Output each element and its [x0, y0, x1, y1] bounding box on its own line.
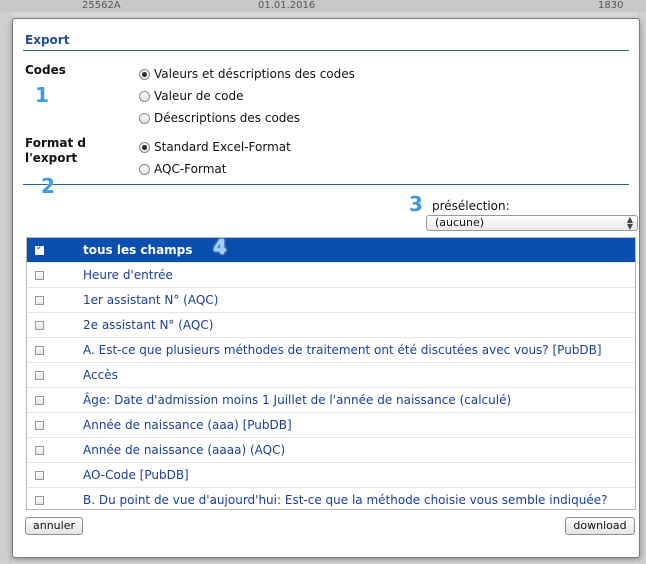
radio-button-icon[interactable] [139, 141, 150, 153]
checkbox-icon[interactable] [35, 420, 44, 430]
badge-3: 3 [409, 192, 423, 216]
list-item[interactable]: B. Du point de vue d'aujourd'hui: Est-ce… [27, 488, 635, 509]
list-item-label: tous les champs [83, 243, 193, 257]
codes-option-descriptions[interactable]: Déescriptions des codes [139, 109, 300, 127]
checkbox-icon[interactable] [35, 295, 44, 305]
radio-button-icon[interactable] [139, 68, 150, 80]
list-item-label: 1er assistant N° (AQC) [83, 293, 219, 307]
codes-option-value[interactable]: Valeur de code [139, 87, 243, 105]
list-item[interactable]: Accès [27, 363, 635, 388]
list-item[interactable]: tous les champs [27, 238, 635, 263]
preselection-value: (aucune) [435, 216, 485, 229]
download-button[interactable]: download [565, 517, 635, 535]
list-item-label: Accès [83, 368, 118, 382]
background-text: 1830 [598, 0, 624, 11]
export-dialog: Export Codes 1 Valeurs et déscriptions d… [12, 18, 640, 558]
checkbox-icon[interactable] [35, 345, 44, 355]
dialog-title: Export [25, 33, 70, 47]
format-option-aqc[interactable]: AQC-Format [139, 160, 226, 178]
list-item[interactable]: Année de naissance (aaaa) (AQC) [27, 438, 635, 463]
format-label-line1: Format d [25, 136, 86, 150]
background-text: 01.01.2016 [258, 0, 316, 11]
list-item-label: 2e assistant N° (AQC) [83, 318, 214, 332]
list-item-label: Année de naissance (aaaa) (AQC) [83, 443, 286, 457]
radio-button-icon[interactable] [139, 163, 150, 175]
list-item-label: Heure d'entrée [83, 268, 173, 282]
preselection-select[interactable]: (aucune) ▲ ▼ [426, 215, 638, 231]
list-item-label: Année de naissance (aaa) [PubDB] [83, 418, 292, 432]
field-list[interactable]: tous les champs Heure d'entrée 1er assis… [26, 237, 636, 510]
background-text: 25562A [82, 0, 121, 11]
background-header: 25562A 01.01.2016 1830 [0, 0, 646, 12]
select-arrows-icon: ▲ ▼ [626, 215, 633, 231]
list-item[interactable]: Année de naissance (aaa) [PubDB] [27, 413, 635, 438]
checkbox-icon[interactable] [35, 395, 44, 405]
radio-label: Valeur de code [154, 89, 244, 103]
list-item[interactable]: 2e assistant N° (AQC) [27, 313, 635, 338]
list-item[interactable]: AO-Code [PubDB] [27, 463, 635, 488]
checkbox-icon[interactable] [35, 495, 44, 505]
checkbox-icon[interactable] [35, 320, 44, 330]
format-label-line2: l'export [25, 151, 78, 165]
format-divider [23, 184, 629, 185]
checkbox-icon[interactable] [35, 370, 44, 380]
radio-label: Valeurs et déscriptions des codes [154, 67, 355, 81]
radio-button-icon[interactable] [139, 112, 150, 124]
format-label: Format d l'export [25, 136, 86, 166]
title-divider [23, 50, 629, 51]
list-item[interactable]: Âge: Date d'admission moins 1 Juillet de… [27, 388, 635, 413]
checkbox-icon[interactable] [35, 243, 44, 255]
radio-label: Déescriptions des codes [154, 111, 301, 125]
list-item[interactable]: Heure d'entrée [27, 263, 635, 288]
badge-2: 2 [41, 174, 55, 198]
list-item[interactable]: A. Est-ce que plusieurs méthodes de trai… [27, 338, 635, 363]
checkbox-icon[interactable] [35, 470, 44, 480]
codes-option-values-and-descriptions[interactable]: Valeurs et déscriptions des codes [139, 65, 355, 83]
checkbox-icon[interactable] [35, 270, 44, 280]
badge-1: 1 [35, 83, 49, 107]
cancel-button[interactable]: annuler [25, 517, 83, 535]
preselection-label: présélection: [432, 199, 510, 213]
badge-4: 4 [213, 235, 227, 259]
list-item-label: AO-Code [PubDB] [83, 468, 189, 482]
radio-label: Standard Excel-Format [154, 140, 291, 154]
format-option-standard-excel[interactable]: Standard Excel-Format [139, 138, 291, 156]
background-left [0, 12, 12, 564]
list-item-label: B. Du point de vue d'aujourd'hui: Est-ce… [83, 493, 608, 507]
list-item-label: Âge: Date d'admission moins 1 Juillet de… [83, 393, 512, 407]
radio-button-icon[interactable] [139, 90, 150, 102]
list-item-label: A. Est-ce que plusieurs méthodes de trai… [83, 343, 602, 357]
radio-label: AQC-Format [154, 162, 227, 176]
list-item[interactable]: 1er assistant N° (AQC) [27, 288, 635, 313]
codes-label: Codes [25, 63, 66, 77]
checkbox-icon[interactable] [35, 445, 44, 455]
